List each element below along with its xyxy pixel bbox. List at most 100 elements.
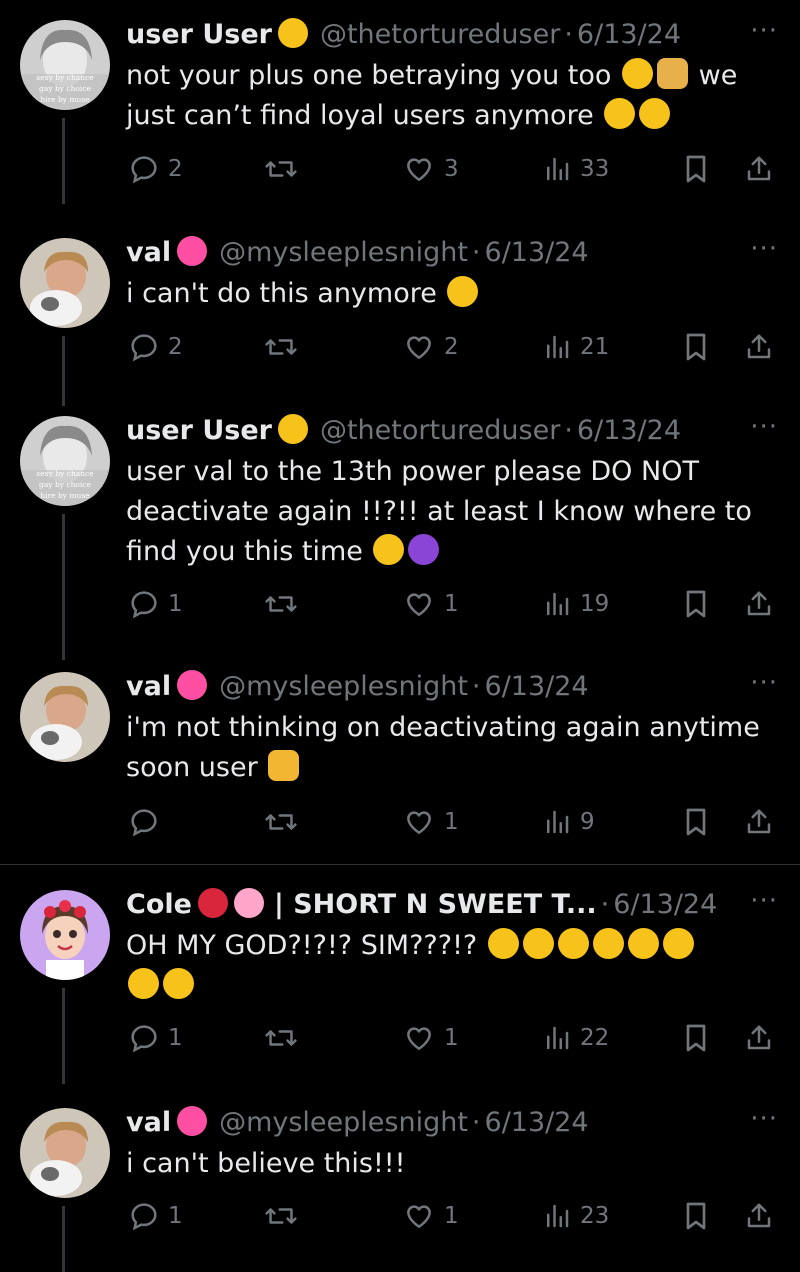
separator-dot: · [471,237,481,268]
share-icon [747,1203,771,1228]
share-button[interactable] [744,802,774,842]
share-button[interactable] [744,149,774,189]
timestamp[interactable]: 6/13/24 [577,415,681,446]
like-count: 2 [444,334,459,360]
tweet-3[interactable]: sexy by chance gay by choice hire by mus… [0,410,800,660]
tweet-5[interactable]: Cole | SHORT N SWEET T... · 6/13/24 ··· OH … [0,884,800,1084]
separator-dot: · [600,889,610,920]
handle[interactable]: @mysleeplesnight [219,1107,468,1138]
reply-button[interactable]: 1 [128,1018,183,1058]
share-button[interactable] [744,1196,774,1236]
separator-dot: · [564,415,573,446]
like-icon [407,1027,431,1050]
handle[interactable]: @mysleeplesnight [219,671,468,702]
retweet-button[interactable] [264,584,306,624]
more-icon[interactable]: ··· [750,412,778,442]
tweet-1[interactable]: sexy by chance gay by choice hire by mus… [0,14,800,204]
views-button[interactable]: 23 [542,1196,609,1236]
retweet-button[interactable] [264,802,306,842]
views-button[interactable]: 33 [542,149,609,189]
tweet-4[interactable]: val @mysleeplesnight · 6/13/24 ··· i'm not … [0,666,800,856]
reply-count: 1 [168,1025,183,1051]
like-button[interactable]: 3 [402,149,459,189]
bookmark-button[interactable] [682,1196,710,1236]
like-count: 1 [444,809,459,835]
display-name[interactable]: val [126,671,171,702]
reply-count: 2 [168,156,183,182]
like-button[interactable]: 1 [402,802,459,842]
avatar-caption: hire by muse [40,491,90,500]
bookmark-button[interactable] [682,584,710,624]
tweet-text-line: not your plus one betraying you too [126,60,612,91]
more-icon[interactable]: ··· [750,886,778,916]
reply-button[interactable]: 1 [128,584,183,624]
like-icon [407,158,431,181]
more-icon[interactable]: ··· [750,1104,778,1134]
retweet-icon [265,161,297,177]
handle[interactable]: @thetortureduser [320,19,560,50]
like-button[interactable]: 1 [402,584,459,624]
display-name-suffix[interactable]: | SHORT N SWEET T... [274,889,597,920]
tweet-2[interactable]: val @mysleeplesnight · 6/13/24 ··· i can't … [0,232,800,412]
retweet-icon [265,1030,297,1046]
pointing-hand-emoji [268,750,300,781]
share-button[interactable] [744,584,774,624]
reply-button[interactable]: 2 [128,149,183,189]
display-name[interactable]: user User [126,415,272,446]
more-icon[interactable]: ··· [750,16,778,46]
like-button[interactable]: 2 [402,327,459,367]
avatar[interactable] [20,238,110,328]
display-name[interactable]: user User [126,19,272,50]
share-button[interactable] [744,1018,774,1058]
reply-button[interactable]: 1 [128,1196,183,1236]
views-icon [547,157,569,181]
timestamp[interactable]: 6/13/24 [485,671,589,702]
like-button[interactable]: 1 [402,1196,459,1236]
timestamp[interactable]: 6/13/24 [577,19,681,50]
views-button[interactable]: 9 [542,802,595,842]
tweet-6[interactable]: val @mysleeplesnight · 6/13/24 ··· i can't … [0,1102,800,1272]
pensive-emoji [447,276,479,307]
like-count: 1 [444,1203,459,1229]
bookmark-icon [686,1202,706,1230]
bookmark-button[interactable] [682,802,710,842]
views-button[interactable]: 19 [542,584,609,624]
views-button[interactable]: 21 [542,327,609,367]
timestamp[interactable]: 6/13/24 [485,237,589,268]
section-divider [0,864,800,865]
avatar[interactable] [20,672,110,762]
handle[interactable]: @thetortureduser [320,415,560,446]
avatar[interactable]: sexy by chance gay by choice hire by mus… [20,20,110,110]
tweet-text-line: just can’t find loyal users anymore [126,100,594,131]
timestamp[interactable]: 6/13/24 [613,889,717,920]
views-count: 19 [580,591,610,617]
bookmark-button[interactable] [682,327,710,367]
avatar[interactable]: sexy by chance gay by choice hire by mus… [20,416,110,506]
retweet-button[interactable] [264,1018,306,1058]
fearful-emoji [592,928,624,959]
display-name[interactable]: val [126,237,171,268]
display-name[interactable]: val [126,1107,171,1138]
like-icon [407,1205,431,1228]
retweet-button[interactable] [264,327,306,367]
bookmark-button[interactable] [682,1018,710,1058]
tweet-actions: 1 1 19 [126,584,776,624]
pensive-emoji [277,414,308,444]
views-button[interactable]: 22 [542,1018,609,1058]
separator-dot: · [471,1107,481,1138]
reply-button[interactable]: 2 [128,327,183,367]
fearful-emoji [627,928,659,959]
retweet-button[interactable] [264,1196,306,1236]
like-button[interactable]: 1 [402,1018,459,1058]
reply-button[interactable] [128,802,168,842]
avatar[interactable] [20,1108,110,1198]
more-icon[interactable]: ··· [750,668,778,698]
bookmark-button[interactable] [682,149,710,189]
more-icon[interactable]: ··· [750,234,778,264]
share-button[interactable] [744,327,774,367]
handle[interactable]: @mysleeplesnight [219,237,468,268]
timestamp[interactable]: 6/13/24 [485,1107,589,1138]
display-name[interactable]: Cole [126,889,192,920]
retweet-button[interactable] [264,149,306,189]
avatar[interactable] [20,890,110,980]
